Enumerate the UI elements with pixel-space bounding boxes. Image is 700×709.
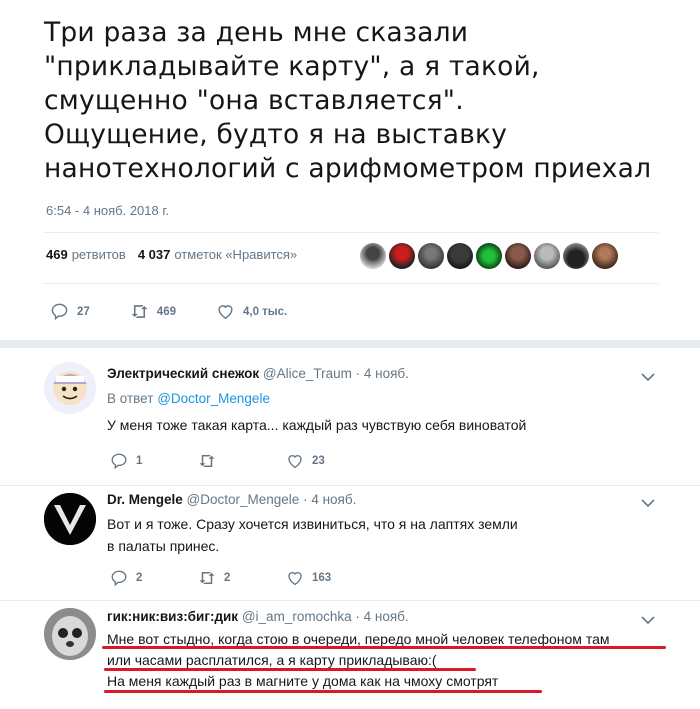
tweet-timestamp[interactable]: 6:54 - 4 нояб. 2018 г. [46,203,169,218]
chevron-down-icon[interactable] [641,498,655,508]
reply-count: 1 [136,455,143,467]
reply-count: 2 [136,572,143,584]
in-reply-label: В ответ [107,391,154,406]
retweet-count: 469 [156,305,176,318]
reply-text: Вот и я тоже. Сразу хочется извиниться, … [107,516,518,554]
red-underline [104,690,542,693]
reply-icon [111,453,127,470]
tweet-stats: 469 ретвитов 4 037 отметок «Нравится» [46,247,297,262]
reply-icon [111,570,127,587]
reply-text-line: На меня каждый раз в магните у дома как … [107,673,499,689]
liker-avatar[interactable] [534,243,560,269]
like-button[interactable]: 4,0 тыс. [216,302,287,321]
reply-header: гик:ник:виз:биг:дик @i_am_romochka · 4 н… [107,609,409,624]
like-count: 23 [312,455,325,467]
liker-avatar[interactable] [563,243,589,269]
reply-date[interactable]: 4 нояб. [311,492,356,507]
retweet-button[interactable]: 469 [130,302,176,321]
divider [0,600,700,601]
reply-count: 27 [77,305,90,318]
reply-header: Dr. Mengele @Doctor_Mengele · 4 нояб. [107,492,357,507]
author-name[interactable]: гик:ник:виз:биг:дик [107,609,238,624]
author-handle[interactable]: @i_am_romochka [242,609,352,624]
liker-avatar[interactable] [360,243,386,269]
tweet-text-line: смущенно "она вставляется". [44,85,464,116]
retweet-button[interactable] [198,452,286,470]
tweet-actions: 27 469 4,0 тыс. [50,302,327,321]
retweet-icon [199,455,215,467]
reply-icon [51,303,68,321]
red-underline [104,668,476,671]
liker-avatar[interactable] [476,243,502,269]
heart-icon [288,455,302,469]
retweets-count[interactable]: 469 [46,247,68,262]
retweet-icon [131,305,148,318]
liker-avatar[interactable] [418,243,444,269]
chevron-down-icon[interactable] [641,615,655,625]
avatar[interactable] [44,493,96,545]
retweet-count: 2 [224,572,231,584]
chevron-down-icon[interactable] [641,372,655,382]
retweet-icon [199,572,215,584]
avatar-image [44,362,96,414]
tweet-text-line: нанотехнологий с арифмометром приехал [44,153,652,184]
avatar[interactable] [44,608,96,660]
likers-avatars [360,243,618,269]
liker-avatar[interactable] [389,243,415,269]
likes-label[interactable]: отметок «Нравится» [174,247,297,262]
tweet-text-line: Ощущение, будто я на выставку [44,119,508,150]
liker-avatar[interactable] [505,243,531,269]
divider [0,340,700,348]
retweet-button[interactable]: 2 [198,569,286,587]
likes-count[interactable]: 4 037 [138,247,171,262]
reply-date[interactable]: 4 нояб. [364,609,409,624]
reply-text: Мне вот стыдно, когда стою в очереди, пе… [107,629,687,692]
reply-actions: 1 23 [110,452,374,470]
author-name[interactable]: Dr. Mengele [107,492,183,507]
tweet-text-line: Три раза за день мне сказали [44,17,469,48]
reply-header: Электрический снежок @Alice_Traum · 4 но… [107,366,409,381]
in-reply-to: В ответ @Doctor_Mengele [107,391,270,406]
in-reply-handle-link[interactable]: @Doctor_Mengele [157,391,270,406]
author-handle[interactable]: @Alice_Traum [263,366,352,381]
reply-text: У меня тоже такая карта... каждый раз чу… [107,417,527,433]
heart-icon [288,572,302,586]
like-count: 163 [312,572,332,584]
divider [0,485,700,486]
tweet-text-line: "прикладывайте карту", а я такой, [44,51,540,82]
reply-button[interactable]: 27 [50,302,90,321]
like-button[interactable]: 23 [286,452,374,470]
reply-date[interactable]: 4 нояб. [364,366,409,381]
red-underline [102,646,666,649]
like-button[interactable]: 163 [286,569,374,587]
liker-avatar[interactable] [447,243,473,269]
avatar-image [44,608,96,660]
avatar-image [44,493,96,545]
reply-actions: 2 2 163 [110,569,374,587]
reply-button[interactable]: 1 [110,452,198,470]
heart-icon [218,305,233,320]
divider [44,283,658,284]
author-name[interactable]: Электрический снежок [107,366,259,381]
retweets-label[interactable]: ретвитов [72,247,126,262]
liker-avatar[interactable] [592,243,618,269]
like-count: 4,0 тыс. [242,305,288,318]
tweet-text: Три раза за день мне сказали "прикладыва… [44,16,684,186]
avatar[interactable] [44,362,96,414]
divider [44,232,658,233]
author-handle[interactable]: @Doctor_Mengele [187,492,300,507]
reply-button[interactable]: 2 [110,569,198,587]
